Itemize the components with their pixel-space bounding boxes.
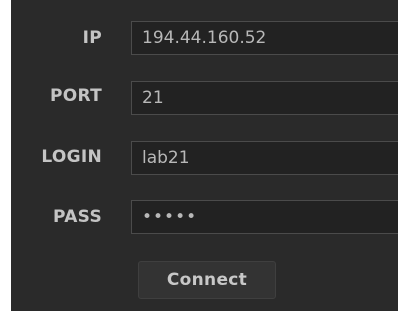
- ip-label: IP: [82, 28, 102, 48]
- pass-label: PASS: [53, 207, 102, 227]
- connect-button[interactable]: Connect: [138, 261, 276, 299]
- port-label: PORT: [49, 86, 102, 106]
- login-field[interactable]: lab21: [131, 141, 398, 175]
- password-field[interactable]: •••••: [131, 200, 398, 234]
- port-field[interactable]: 21: [131, 81, 398, 115]
- login-label: LOGIN: [41, 147, 102, 167]
- ip-field[interactable]: 194.44.160.52: [131, 21, 398, 55]
